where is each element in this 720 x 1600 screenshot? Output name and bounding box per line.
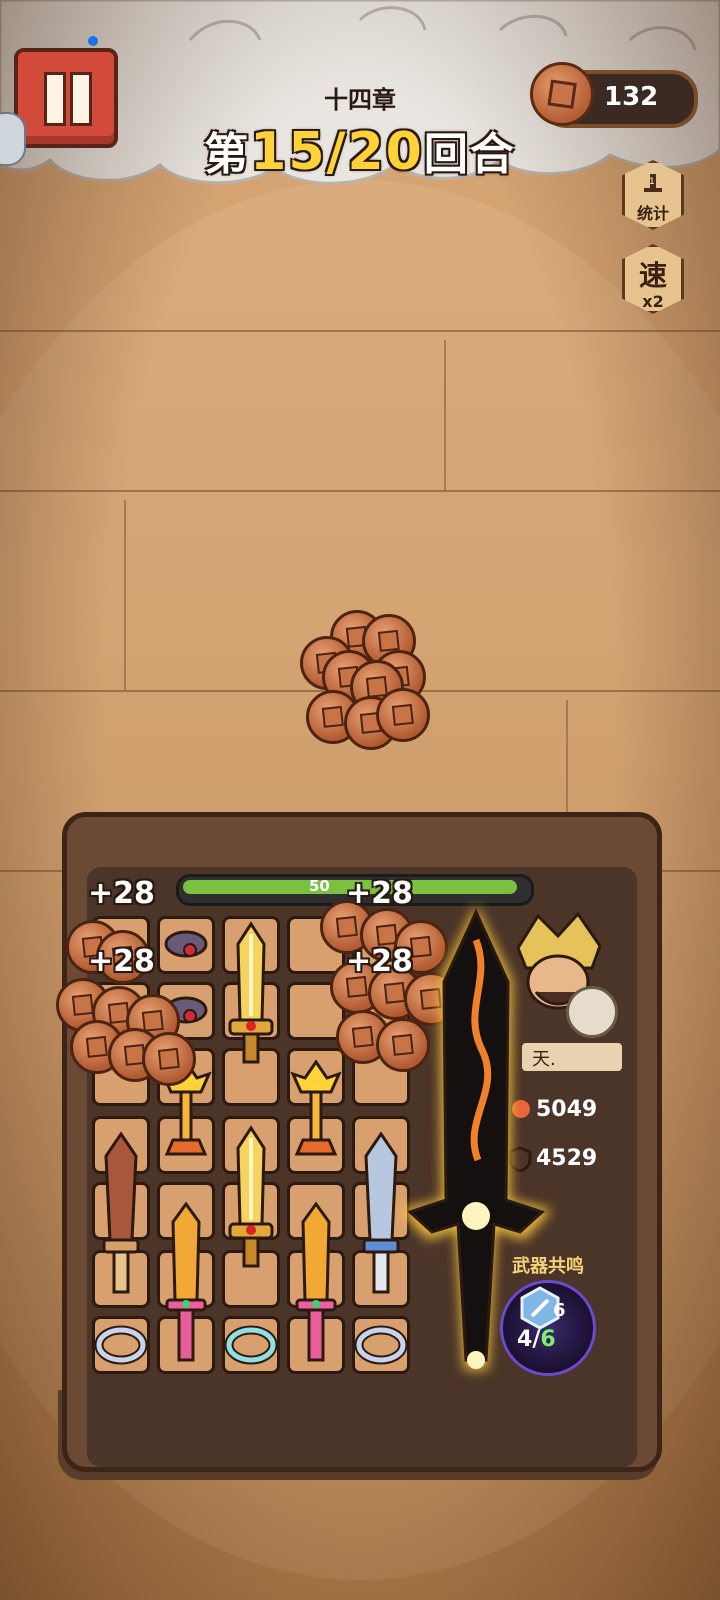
copper-coin-icon <box>376 688 430 742</box>
speed-button[interactable]: 速 x2 <box>622 244 684 314</box>
golden-lotus-icon <box>290 1059 342 1156</box>
resonance-level: 6 <box>553 1300 566 1321</box>
amber-sword-icon <box>295 1201 337 1362</box>
ruby-bracelet-icon <box>164 930 208 958</box>
plank-line <box>0 490 720 492</box>
hp-text: 50 <box>309 877 330 895</box>
resonance-total: 6 <box>540 1327 556 1352</box>
round-number: 15/20 <box>250 122 424 182</box>
resonance-current: 4 <box>517 1327 533 1352</box>
svg-text:1: 1 <box>649 177 655 187</box>
gain-label: +28 <box>88 944 155 979</box>
speed-multiplier: x2 <box>642 292 664 311</box>
stats-button[interactable]: 1 统计 <box>622 160 684 230</box>
plank-seam <box>444 340 446 490</box>
jade-ring-icon <box>225 1325 277 1365</box>
avatar[interactable] <box>566 986 618 1038</box>
amber-sword-icon <box>165 1201 207 1362</box>
game-screen: 十四章 第15/20回合 132 1 统计 速 x2 50 +28 +28 +2… <box>0 0 720 1600</box>
stats-label: 统计 <box>636 204 669 223</box>
bronze-sword-icon <box>102 1131 140 1294</box>
notification-dot <box>88 36 98 46</box>
speed-icon: 速 <box>638 259 667 292</box>
copper-coin-icon <box>530 62 594 126</box>
golden-sword-icon <box>228 921 274 1064</box>
copper-coin-icon <box>142 1032 196 1086</box>
plank-line <box>0 330 720 332</box>
plank-seam <box>124 500 126 690</box>
gain-label: +28 <box>88 876 155 911</box>
round-suffix: 回合 <box>423 129 516 180</box>
resonance-label: 武器共鸣 <box>512 1256 584 1277</box>
silver-ring-icon <box>95 1325 147 1365</box>
golden-sword-icon <box>228 1125 274 1268</box>
stats-icon: 1 <box>644 174 662 192</box>
coin-amount: 132 <box>604 82 659 112</box>
resonance-progress: 4/6 <box>517 1327 556 1352</box>
round-prefix: 第 <box>204 129 251 180</box>
